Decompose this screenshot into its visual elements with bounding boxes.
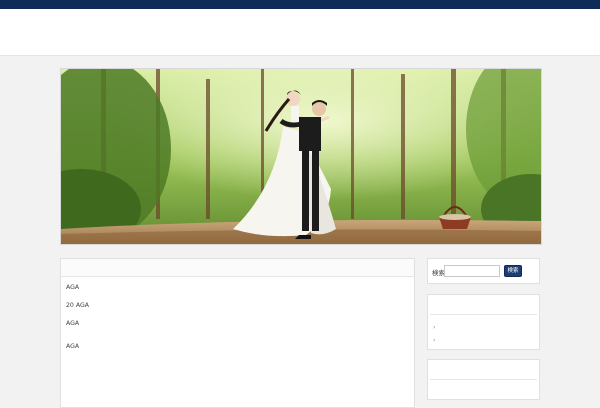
recent-post-link[interactable] (439, 321, 479, 329)
recent-posts-title (430, 295, 537, 315)
article-paragraph (66, 310, 409, 319)
recent-post-item[interactable]: › (433, 334, 534, 347)
article-paragraph: 20 AGA (66, 302, 89, 309)
top-announcement-bar (0, 0, 600, 9)
article-paragraph (66, 333, 409, 342)
archive-title (430, 360, 537, 380)
search-input[interactable] (444, 265, 500, 277)
archive-widget (427, 359, 540, 400)
article-paragraph: AGA (66, 284, 80, 291)
recent-post-item[interactable]: › (433, 321, 534, 334)
main-article: AGA 20 AGA AGA AGA (60, 258, 415, 408)
wedding-couple-forest-photo (61, 69, 541, 244)
recent-posts-list: › › (428, 321, 539, 347)
site-header (0, 9, 600, 56)
article-paragraph: AGA (66, 320, 80, 327)
search-button[interactable]: 検索 (504, 265, 522, 277)
article-body: AGA 20 AGA AGA AGA (61, 277, 414, 351)
article-paragraph: AGA (66, 343, 80, 350)
search-widget: 検索: 検索 (427, 258, 540, 284)
article-paragraph (66, 292, 409, 301)
hero-image (60, 68, 542, 245)
recent-posts-widget: › › (427, 294, 540, 350)
article-heading (61, 259, 414, 277)
recent-post-link[interactable] (439, 334, 479, 342)
